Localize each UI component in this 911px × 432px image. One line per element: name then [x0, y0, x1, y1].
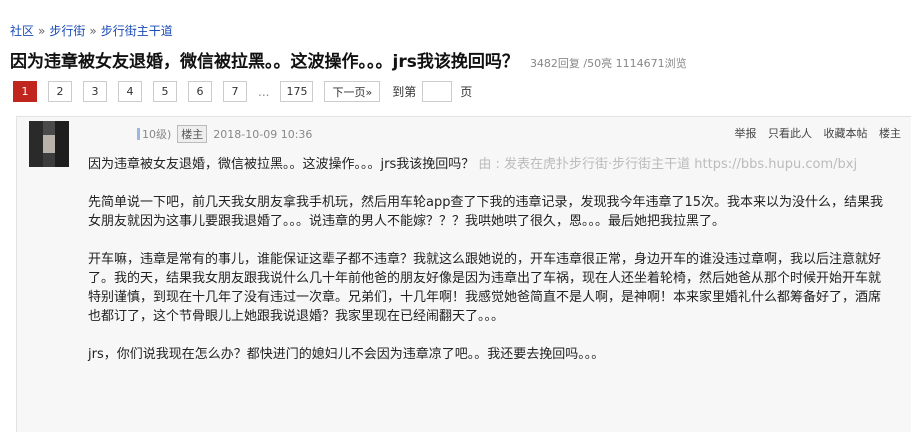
post-meta: 10级) 楼主 2018-10-09 10:36: [137, 125, 312, 143]
thread-header: 因为违章被女友退婚，微信被拉黑。。这波操作。。。jrs我该挽回吗？ 3482回复…: [10, 47, 687, 72]
source-prefix: 由: [478, 157, 496, 172]
post-actions: 举报 只看此人 收藏本帖 楼主: [727, 125, 902, 141]
goto-label: 到第: [392, 85, 417, 99]
page-link-5[interactable]: 5: [153, 81, 177, 102]
thread-title: 因为违章被女友退婚，微信被拉黑。。这波操作。。。jrs我该挽回吗？: [10, 52, 519, 72]
page-link-4[interactable]: 4: [118, 81, 142, 102]
page-unit-label: 页: [460, 85, 473, 99]
post-paragraph-1: 先简单说一下吧，前几天我女朋友拿我手机玩，然后用车轮app查了下我的违章记录，发…: [88, 195, 884, 229]
breadcrumb-separator: »: [38, 24, 46, 38]
page-link-1[interactable]: 1: [13, 81, 37, 102]
breadcrumb-community[interactable]: 社区: [10, 24, 34, 38]
post-title-text: 因为违章被女友退婚，微信被拉黑。。这波操作。。。jrs我该挽回吗？: [88, 157, 475, 172]
page-link-7[interactable]: 7: [223, 81, 247, 102]
thread-stats: 3482回复 /50亮 1114671浏览: [529, 57, 687, 70]
breadcrumb-separator: »: [89, 24, 97, 38]
goto-page-input[interactable]: [422, 81, 453, 102]
post-paragraph-3: jrs，你们说我现在怎么办？都快进门的媳妇儿不会因为违章凉了吧。。我还要去挽回吗…: [88, 347, 605, 362]
pagination: 1 2 3 4 5 6 7 ... 175 下一页» 到第 页: [13, 81, 472, 102]
breadcrumb-bxj[interactable]: 步行街: [49, 24, 85, 38]
next-page-button[interactable]: 下一页»: [324, 81, 381, 102]
page-link-6[interactable]: 6: [188, 81, 212, 102]
breadcrumb-main-road[interactable]: 步行街主干道: [101, 24, 173, 38]
page-link-last[interactable]: 175: [280, 81, 314, 102]
post-floor: 10级) 楼主 2018-10-09 10:36 举报 只看此人 收藏本帖 楼主…: [16, 116, 911, 432]
post-timestamp: 2018-10-09 10:36: [213, 127, 313, 141]
page-ellipsis: ...: [258, 84, 270, 99]
op-badge: 楼主: [177, 125, 208, 143]
breadcrumb: 社区» 步行街» 步行街主干道: [10, 22, 173, 39]
avatar[interactable]: [29, 121, 69, 167]
post-title-line: 因为违章被女友退婚，微信被拉黑。。这波操作。。。jrs我该挽回吗？ 由 : 发表…: [88, 155, 888, 174]
report-link[interactable]: 举报: [735, 127, 757, 140]
source-text[interactable]: : 发表在虎扑步行街·步行街主干道 https://bbs.hupu.com/b…: [496, 157, 858, 172]
post-content: 因为违章被女友退婚，微信被拉黑。。这波操作。。。jrs我该挽回吗？ 由 : 发表…: [88, 155, 888, 383]
only-this-user-link[interactable]: 只看此人: [768, 127, 812, 140]
user-level: 10级): [142, 128, 172, 141]
username-link[interactable]: [137, 128, 140, 140]
page-link-3[interactable]: 3: [83, 81, 107, 102]
floor-label: 楼主: [879, 127, 901, 140]
page-link-2[interactable]: 2: [48, 81, 72, 102]
post-paragraph-2: 开车嘛，违章是常有的事儿，谁能保证这辈子都不违章？我就这么跟她说的，开车违章很正…: [88, 252, 882, 324]
favorite-link[interactable]: 收藏本帖: [824, 127, 868, 140]
